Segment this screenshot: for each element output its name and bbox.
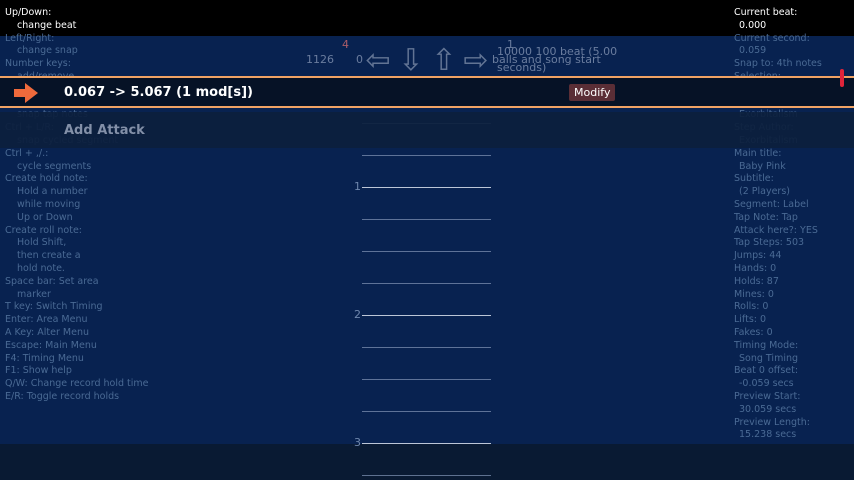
info-line: Tap Note: Tap xyxy=(734,211,798,223)
info-line: Current beat: xyxy=(734,7,798,18)
info-line: Song Timing xyxy=(739,352,799,364)
info-line: Hands: 0 xyxy=(734,262,777,274)
help-line: change snap xyxy=(17,45,78,57)
info-line: Tap Steps: 503 xyxy=(734,237,805,249)
info-line: Baby Pink xyxy=(739,160,786,172)
beat-line xyxy=(362,411,491,412)
help-line: Escape: Main Menu xyxy=(5,339,97,351)
help-line: cycle segments xyxy=(17,160,92,172)
help-line: marker xyxy=(17,288,51,300)
help-line: Create roll note: xyxy=(5,224,82,236)
help-line: change beat xyxy=(17,19,77,31)
beat-line-major xyxy=(362,315,491,316)
add-attack-row[interactable]: Add Attack xyxy=(0,112,854,148)
segment-info-cont: seconds) xyxy=(497,61,547,74)
help-line: Number keys: xyxy=(5,58,71,70)
help-line: F1: Show help xyxy=(5,365,72,377)
help-line: Hold Shift, xyxy=(17,237,67,249)
beat-line xyxy=(362,379,491,380)
info-line: 15.238 secs xyxy=(739,429,797,441)
help-line: hold note. xyxy=(17,262,65,274)
info-line: Segment: Label xyxy=(734,198,809,210)
beat-number: 3 xyxy=(354,436,361,449)
beat-number: 2 xyxy=(354,308,361,321)
beat-line xyxy=(362,283,491,284)
beat-line xyxy=(362,219,491,220)
info-line: (2 Players) xyxy=(739,186,790,198)
info-line: Lifts: 0 xyxy=(734,314,767,326)
beat-line xyxy=(362,475,491,476)
help-line: then create a xyxy=(17,250,81,262)
scroll-marker xyxy=(840,69,844,87)
help-line: Hold a number xyxy=(17,186,88,198)
right-arrow-icon xyxy=(14,83,38,103)
attack-row[interactable]: 0.067 -> 5.067 (1 mod[s]) Modify xyxy=(0,76,854,108)
top-number-left: 4 xyxy=(342,38,349,51)
info-line: Preview Start: xyxy=(734,390,801,402)
beat-zero-label: 0 xyxy=(356,53,363,66)
help-line: Q/W: Change record hold time xyxy=(5,378,149,390)
info-line: 0.000 xyxy=(739,19,767,31)
info-line: 30.059 secs xyxy=(739,403,797,415)
help-line: E/R: Toggle record holds xyxy=(5,390,120,402)
attack-label[interactable]: 0.067 -> 5.067 (1 mod[s]) xyxy=(64,85,253,100)
help-line: F4: Timing Menu xyxy=(5,352,84,364)
info-line: Holds: 87 xyxy=(734,275,779,287)
right-arrow-icon: ⇨ xyxy=(463,42,489,78)
info-line: Fakes: 0 xyxy=(734,326,773,338)
receptor-row: ⇦ ⇩ ⇧ ⇨ xyxy=(362,42,492,78)
info-line: 0.059 xyxy=(739,45,767,57)
info-line: Rolls: 0 xyxy=(734,301,769,313)
info-line: Main title: xyxy=(734,147,782,159)
down-arrow-icon: ⇩ xyxy=(398,42,424,78)
left-arrow-icon: ⇦ xyxy=(365,42,391,78)
help-panel: Up/Down: change beat Left/Right: change sna… xyxy=(5,7,265,404)
up-arrow-icon: ⇧ xyxy=(431,42,457,78)
help-line: Ctrl + ,/.: xyxy=(5,147,49,159)
help-line: Up/Down: xyxy=(5,7,52,18)
help-line: while moving xyxy=(17,198,81,210)
info-line: Attack here?: YES xyxy=(734,224,818,236)
help-line: A Key: Alter Menu xyxy=(5,326,89,338)
beat-number: 1 xyxy=(354,180,361,193)
info-line: Mines: 0 xyxy=(734,288,774,300)
help-line: Create hold note: xyxy=(5,173,88,185)
help-line: Space bar: Set area xyxy=(5,275,99,287)
modify-button[interactable]: Modify xyxy=(569,84,616,101)
info-line: Subtitle: xyxy=(734,173,774,185)
help-line: Left/Right: xyxy=(5,32,55,44)
beat-line xyxy=(362,155,491,156)
info-line: Preview Length: xyxy=(734,416,810,428)
info-line: Beat 0 offset: xyxy=(734,365,799,377)
info-line: -0.059 secs xyxy=(739,378,794,390)
beat-line-major xyxy=(362,187,491,188)
info-line: Timing Mode: xyxy=(734,339,799,351)
help-line: Enter: Area Menu xyxy=(5,314,88,326)
help-line: T key: Switch Timing xyxy=(5,301,103,313)
add-attack-button[interactable]: Add Attack xyxy=(64,123,145,138)
beat-line-major xyxy=(362,443,491,444)
beat-line xyxy=(362,347,491,348)
info-panel: Current beat: 0.000 Current second: 0.059 Sn… xyxy=(734,7,852,442)
help-line: Up or Down xyxy=(17,211,73,223)
info-line: Snap to: 4th notes xyxy=(734,58,822,70)
beat-line xyxy=(362,251,491,252)
info-line: Current second: xyxy=(734,32,810,44)
info-line: Jumps: 44 xyxy=(734,250,782,262)
bpm-value: 1126 xyxy=(306,53,334,66)
